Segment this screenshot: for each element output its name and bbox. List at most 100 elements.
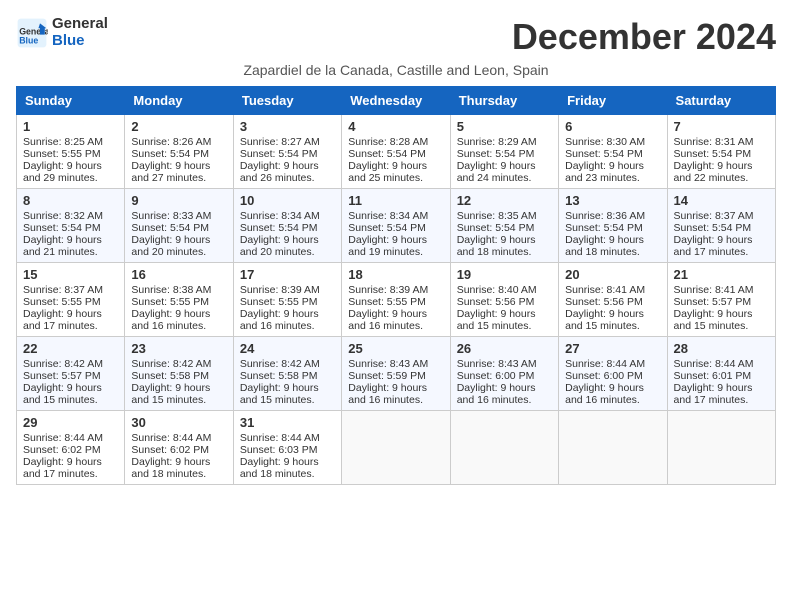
- day-number: 27: [565, 341, 660, 356]
- calendar-cell: 5 Sunrise: 8:29 AMSunset: 5:54 PMDaylight…: [450, 115, 558, 189]
- daylight-label: Daylight: 9 hours and 20 minutes.: [131, 234, 210, 258]
- daylight-label: Daylight: 9 hours and 16 minutes.: [348, 382, 427, 406]
- sunrise-label: Sunrise: 8:34 AM: [240, 210, 320, 222]
- sunrise-label: Sunrise: 8:39 AM: [240, 284, 320, 296]
- sunset-label: Sunset: 6:00 PM: [565, 370, 643, 382]
- daylight-label: Daylight: 9 hours and 17 minutes.: [23, 456, 102, 480]
- sunset-label: Sunset: 5:56 PM: [565, 296, 643, 308]
- sunset-label: Sunset: 5:58 PM: [131, 370, 209, 382]
- sunrise-label: Sunrise: 8:44 AM: [23, 432, 103, 444]
- daylight-label: Daylight: 9 hours and 24 minutes.: [457, 160, 536, 184]
- day-number: 7: [674, 119, 769, 134]
- calendar-cell: 3Sunrise: 8:27 AMSunset: 5:54 PMDaylight…: [233, 115, 341, 189]
- calendar-cell: 19 Sunrise: 8:40 AMSunset: 5:56 PMDayligh…: [450, 263, 558, 337]
- logo-text-line1: General: [52, 16, 108, 33]
- sunset-label: Sunset: 5:55 PM: [131, 296, 209, 308]
- daylight-label: Daylight: 9 hours and 15 minutes.: [674, 308, 753, 332]
- subtitle: Zapardiel de la Canada, Castille and Leo…: [16, 62, 776, 78]
- calendar-cell: 15Sunrise: 8:37 AMSunset: 5:55 PMDayligh…: [17, 263, 125, 337]
- sunset-label: Sunset: 5:54 PM: [348, 222, 426, 234]
- weekday-header-thursday: Thursday: [450, 87, 558, 115]
- calendar-cell: 23 Sunrise: 8:42 AMSunset: 5:58 PMDayligh…: [125, 337, 233, 411]
- sunset-label: Sunset: 5:55 PM: [240, 296, 318, 308]
- daylight-label: Daylight: 9 hours and 15 minutes.: [457, 308, 536, 332]
- weekday-header-monday: Monday: [125, 87, 233, 115]
- weekday-header-tuesday: Tuesday: [233, 87, 341, 115]
- daylight-label: Daylight: 9 hours and 18 minutes.: [131, 456, 210, 480]
- day-number: 20: [565, 267, 660, 282]
- sunrise-label: Sunrise: 8:43 AM: [457, 358, 537, 370]
- sunrise-label: Sunrise: 8:41 AM: [674, 284, 754, 296]
- day-number: 25: [348, 341, 443, 356]
- sunset-label: Sunset: 5:55 PM: [23, 296, 101, 308]
- day-number: 29: [23, 415, 118, 430]
- calendar-cell: 20Sunrise: 8:41 AMSunset: 5:56 PMDayligh…: [559, 263, 667, 337]
- day-number: 18: [348, 267, 443, 282]
- calendar-cell: 1Sunrise: 8:25 AMSunset: 5:55 PMDaylight…: [17, 115, 125, 189]
- daylight-label: Daylight: 9 hours and 17 minutes.: [23, 308, 102, 332]
- day-number: 1: [23, 119, 118, 134]
- day-number: 4: [348, 119, 443, 134]
- sunset-label: Sunset: 5:54 PM: [348, 148, 426, 160]
- day-number: 11: [348, 193, 443, 208]
- day-number: 19: [457, 267, 552, 282]
- sunrise-label: Sunrise: 8:44 AM: [240, 432, 320, 444]
- sunset-label: Sunset: 5:54 PM: [240, 222, 318, 234]
- sunset-label: Sunset: 6:01 PM: [674, 370, 752, 382]
- calendar-cell: [559, 411, 667, 485]
- sunrise-label: Sunrise: 8:40 AM: [457, 284, 537, 296]
- calendar-cell: 13Sunrise: 8:36 AMSunset: 5:54 PMDayligh…: [559, 189, 667, 263]
- calendar-cell: 25 Sunrise: 8:43 AMSunset: 5:59 PMDayligh…: [342, 337, 450, 411]
- sunset-label: Sunset: 5:54 PM: [674, 222, 752, 234]
- day-number: 9: [131, 193, 226, 208]
- sunrise-label: Sunrise: 8:42 AM: [131, 358, 211, 370]
- calendar-cell: 26 Sunrise: 8:43 AMSunset: 6:00 PMDayligh…: [450, 337, 558, 411]
- daylight-label: Daylight: 9 hours and 16 minutes.: [131, 308, 210, 332]
- sunset-label: Sunset: 5:56 PM: [457, 296, 535, 308]
- daylight-label: Daylight: 9 hours and 17 minutes.: [674, 382, 753, 406]
- daylight-label: Daylight: 9 hours and 16 minutes.: [565, 382, 644, 406]
- day-number: 6: [565, 119, 660, 134]
- daylight-label: Daylight: 9 hours and 16 minutes.: [457, 382, 536, 406]
- sunrise-label: Sunrise: 8:37 AM: [674, 210, 754, 222]
- sunset-label: Sunset: 6:00 PM: [457, 370, 535, 382]
- day-number: 21: [674, 267, 769, 282]
- month-title: December 2024: [512, 16, 776, 58]
- calendar-cell: 29Sunrise: 8:44 AMSunset: 6:02 PMDayligh…: [17, 411, 125, 485]
- sunset-label: Sunset: 5:54 PM: [565, 222, 643, 234]
- sunset-label: Sunset: 5:57 PM: [674, 296, 752, 308]
- day-number: 26: [457, 341, 552, 356]
- day-number: 12: [457, 193, 552, 208]
- logo-text-line2: Blue: [52, 33, 108, 50]
- sunrise-label: Sunrise: 8:36 AM: [565, 210, 645, 222]
- weekday-header-friday: Friday: [559, 87, 667, 115]
- calendar-cell: 21 Sunrise: 8:41 AMSunset: 5:57 PMDayligh…: [667, 263, 775, 337]
- day-number: 23: [131, 341, 226, 356]
- sunrise-label: Sunrise: 8:39 AM: [348, 284, 428, 296]
- calendar-cell: 8Sunrise: 8:32 AMSunset: 5:54 PMDaylight…: [17, 189, 125, 263]
- day-number: 16: [131, 267, 226, 282]
- sunrise-label: Sunrise: 8:42 AM: [23, 358, 103, 370]
- daylight-label: Daylight: 9 hours and 16 minutes.: [240, 308, 319, 332]
- sunrise-label: Sunrise: 8:30 AM: [565, 136, 645, 148]
- calendar-cell: 11Sunrise: 8:34 AMSunset: 5:54 PMDayligh…: [342, 189, 450, 263]
- logo: General Blue General Blue: [16, 16, 108, 49]
- sunset-label: Sunset: 5:54 PM: [457, 148, 535, 160]
- sunrise-label: Sunrise: 8:41 AM: [565, 284, 645, 296]
- sunset-label: Sunset: 6:03 PM: [240, 444, 318, 456]
- sunrise-label: Sunrise: 8:44 AM: [674, 358, 754, 370]
- sunrise-label: Sunrise: 8:26 AM: [131, 136, 211, 148]
- daylight-label: Daylight: 9 hours and 15 minutes.: [131, 382, 210, 406]
- sunset-label: Sunset: 5:59 PM: [348, 370, 426, 382]
- daylight-label: Daylight: 9 hours and 18 minutes.: [240, 456, 319, 480]
- sunset-label: Sunset: 5:57 PM: [23, 370, 101, 382]
- calendar-table: SundayMondayTuesdayWednesdayThursdayFrid…: [16, 86, 776, 485]
- sunrise-label: Sunrise: 8:43 AM: [348, 358, 428, 370]
- day-number: 15: [23, 267, 118, 282]
- daylight-label: Daylight: 9 hours and 22 minutes.: [674, 160, 753, 184]
- sunrise-label: Sunrise: 8:29 AM: [457, 136, 537, 148]
- calendar-cell: 7Sunrise: 8:31 AMSunset: 5:54 PMDaylight…: [667, 115, 775, 189]
- calendar-cell: [667, 411, 775, 485]
- sunrise-label: Sunrise: 8:42 AM: [240, 358, 320, 370]
- day-number: 5: [457, 119, 552, 134]
